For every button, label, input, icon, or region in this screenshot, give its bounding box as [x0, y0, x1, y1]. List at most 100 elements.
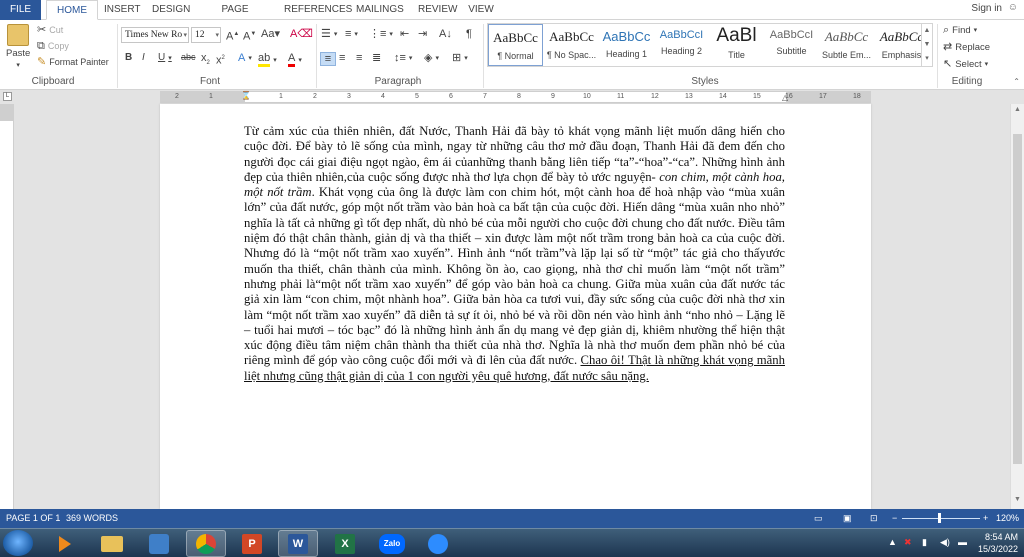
tab-view[interactable]: VIEW: [468, 0, 494, 20]
replace-button[interactable]: ⇄ Replace: [943, 41, 990, 53]
styles-scroll[interactable]: ▲ ▼ ▾: [921, 23, 933, 67]
show-formatting-button[interactable]: ¶: [466, 28, 472, 40]
vertical-ruler[interactable]: [0, 104, 14, 509]
network-icon[interactable]: ▮: [922, 537, 927, 548]
print-layout-icon[interactable]: ▣: [843, 513, 852, 524]
chevron-down-icon[interactable]: ▼: [922, 38, 932, 52]
italic-button[interactable]: I: [142, 52, 145, 63]
tab-selector-icon[interactable]: L: [3, 92, 12, 101]
vertical-scrollbar[interactable]: ▲ ▼: [1010, 104, 1024, 509]
style-heading-2[interactable]: AaBbCcI Heading 2: [654, 24, 709, 66]
style-subtitle[interactable]: AaBbCcI Subtitle: [764, 24, 819, 66]
volume-icon[interactable]: ◀): [940, 537, 950, 548]
more-styles-icon[interactable]: ▾: [922, 52, 932, 66]
scroll-down-icon[interactable]: ▼: [1014, 496, 1021, 503]
highlight-button[interactable]: ab ▾: [258, 52, 277, 67]
format-painter-button[interactable]: ✎ Format Painter: [37, 56, 109, 68]
user-icon[interactable]: ☺: [1008, 2, 1018, 13]
zoom-app-icon[interactable]: [418, 530, 458, 557]
network-alert-icon[interactable]: ✖: [904, 537, 912, 548]
tab-design[interactable]: DESIGN: [152, 0, 190, 20]
page-count[interactable]: PAGE 1 OF 1: [6, 513, 60, 523]
superscript-button[interactable]: x2: [216, 52, 225, 67]
start-button[interactable]: [3, 530, 33, 556]
change-case-icon: Aa▾: [261, 28, 280, 40]
bullets-button[interactable]: ☰ ▾: [321, 28, 337, 40]
select-button[interactable]: ↖ Select ▾: [943, 58, 988, 70]
multilevel-list-button[interactable]: ⋮≡ ▾: [369, 28, 393, 40]
style-subtle-emphasis[interactable]: AaBbCc Subtle Em...: [819, 24, 874, 66]
paste-button[interactable]: Paste ▾: [6, 24, 30, 69]
font-name-select[interactable]: Times New Ro ▾: [121, 27, 189, 43]
scroll-up-icon[interactable]: ▲: [1014, 106, 1021, 113]
tab-insert[interactable]: INSERT: [104, 0, 141, 20]
scroll-thumb[interactable]: [1013, 134, 1022, 464]
justify-button[interactable]: ≣: [372, 52, 381, 64]
tab-home[interactable]: HOME: [46, 0, 98, 20]
tab-file[interactable]: FILE: [0, 0, 41, 20]
indent-marker-icon[interactable]: ⌛: [241, 91, 251, 100]
chevron-down-icon: ▾: [435, 55, 439, 62]
zoom-in-icon[interactable]: +: [983, 513, 988, 523]
tab-page-layout[interactable]: PAGE LAYOUT: [204, 0, 266, 35]
word-icon[interactable]: W: [278, 530, 318, 557]
zoom-slider-knob[interactable]: [938, 513, 941, 523]
text-effects-button[interactable]: A ▾: [238, 52, 252, 64]
align-left-button[interactable]: ≡: [320, 52, 336, 66]
style-normal[interactable]: AaBbCc ¶ Normal: [488, 24, 543, 66]
line-spacing-button[interactable]: ↕≡ ▾: [394, 52, 412, 64]
sign-in-link[interactable]: Sign in: [971, 3, 1002, 14]
zoom-slider[interactable]: [902, 518, 980, 519]
bold-button[interactable]: B: [125, 52, 132, 63]
chevron-up-icon[interactable]: ▲: [922, 24, 932, 38]
sort-button[interactable]: A↓: [439, 28, 452, 40]
strikethrough-button[interactable]: abc: [181, 52, 196, 62]
style-no-spacing[interactable]: AaBbCc ¶ No Spac...: [544, 24, 599, 66]
decrease-indent-button[interactable]: ⇤: [400, 28, 409, 40]
horizontal-ruler[interactable]: 2 1 1 2 3 4 5 6 7 8 9 10 11 12 13 14 15 …: [160, 91, 871, 103]
tab-review[interactable]: REVIEW: [418, 0, 457, 20]
powerpoint-icon[interactable]: P: [232, 530, 272, 557]
style-name: Heading 2: [660, 46, 703, 56]
font-size-select[interactable]: 12 ▾: [191, 27, 221, 43]
excel-icon[interactable]: X: [325, 530, 365, 557]
align-center-button[interactable]: ≡: [339, 52, 345, 64]
increase-indent-button[interactable]: ⇥: [418, 28, 427, 40]
style-heading-1[interactable]: AaBbCc Heading 1: [599, 24, 654, 66]
cut-button[interactable]: ✂ Cut: [37, 24, 63, 36]
font-color-button[interactable]: A ▾: [288, 52, 302, 67]
numbering-button[interactable]: ≡ ▾: [345, 28, 358, 40]
web-layout-icon[interactable]: ⊡: [870, 513, 878, 524]
show-hidden-icons[interactable]: ▲: [888, 537, 897, 547]
zoom-level[interactable]: 120%: [996, 513, 1019, 523]
document-body[interactable]: Từ cảm xúc của thiên nhiên, đất Nước, Th…: [244, 124, 785, 384]
zoom-out-icon[interactable]: −: [892, 513, 897, 523]
underline-button[interactable]: U ▾: [158, 52, 172, 63]
subscript-button[interactable]: x2: [201, 52, 210, 69]
borders-button[interactable]: ⊞ ▾: [452, 52, 468, 64]
grow-font-button[interactable]: A▲: [226, 28, 239, 43]
find-button[interactable]: ⌕ Find ▾: [943, 24, 977, 36]
style-title[interactable]: AaBl Title: [709, 24, 764, 66]
right-indent-marker-icon[interactable]: △: [782, 93, 788, 102]
chrome-icon[interactable]: [186, 530, 226, 557]
shading-button[interactable]: ◈ ▾: [424, 52, 439, 64]
change-case-button[interactable]: Aa▾: [261, 28, 280, 40]
file-explorer-icon[interactable]: [92, 530, 132, 557]
paste-dropdown-icon[interactable]: ▾: [16, 61, 20, 69]
tab-mailings[interactable]: MAILINGS: [356, 0, 404, 20]
clear-formatting-button[interactable]: A⌫: [290, 28, 313, 40]
align-right-button[interactable]: ≡: [356, 52, 362, 64]
zalo-icon[interactable]: Zalo: [372, 530, 412, 557]
document-page[interactable]: Từ cảm xúc của thiên nhiên, đất Nước, Th…: [160, 104, 871, 509]
clock[interactable]: 8:54 AM 15/3/2022: [970, 531, 1018, 555]
word-count[interactable]: 369 WORDS: [66, 513, 118, 523]
shrink-font-button[interactable]: A▼: [243, 28, 256, 43]
collapse-ribbon-icon[interactable]: ⌃: [1013, 77, 1020, 86]
copy-button[interactable]: ⧉ Copy: [37, 40, 69, 52]
media-player-icon[interactable]: [45, 530, 85, 557]
app-icon[interactable]: [139, 530, 179, 557]
tab-references[interactable]: REFERENCES: [284, 0, 352, 20]
battery-icon[interactable]: ▬: [958, 537, 967, 547]
read-mode-icon[interactable]: ▭: [814, 513, 823, 524]
